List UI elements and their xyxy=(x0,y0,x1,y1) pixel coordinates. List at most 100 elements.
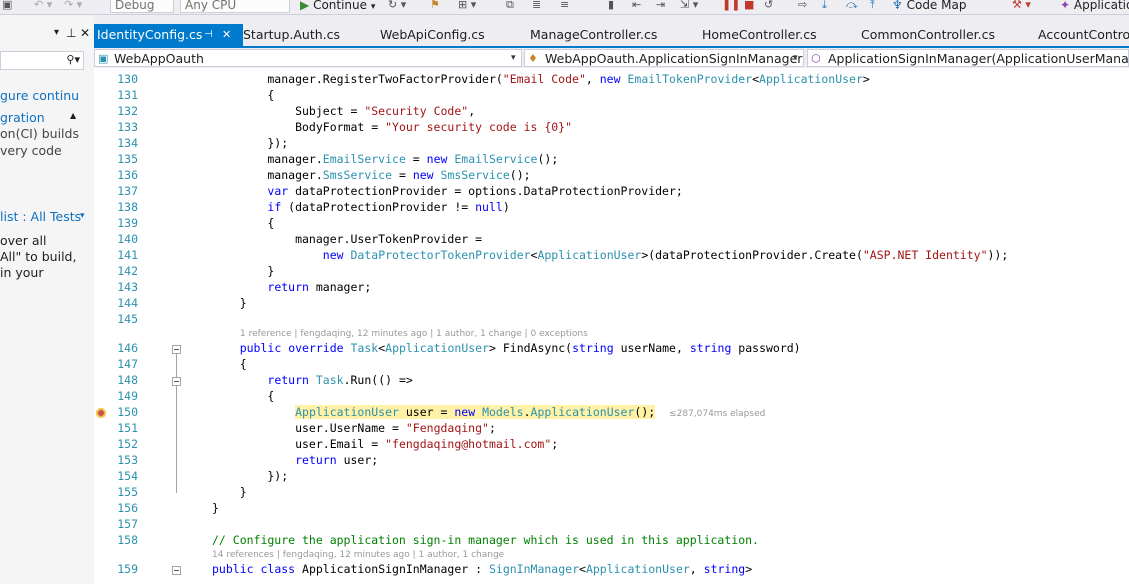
project-dropdown[interactable]: ▣ WebAppOauth ▾ xyxy=(94,49,522,67)
code-line[interactable]: { xyxy=(212,88,274,102)
type-dropdown[interactable]: ♦ WebAppOauth.ApplicationSignInManager ▾ xyxy=(524,49,804,67)
diagnostics-icon[interactable]: ⊞ ▾ xyxy=(458,0,476,13)
code-line[interactable]: return Task.Run(() => xyxy=(212,373,412,387)
tab-startup-auth[interactable]: Startup.Auth.cs xyxy=(243,24,340,46)
step-icon[interactable]: ⧉ xyxy=(506,0,514,13)
code-editor[interactable]: 130 131 132 133 134 135 136 137 138 139 140 141 142 1… xyxy=(94,68,1129,584)
continue-button[interactable]: ▶ Continue ▾ xyxy=(300,0,375,13)
code-line[interactable]: } xyxy=(212,501,219,515)
code-line[interactable]: } xyxy=(212,264,274,278)
code-line[interactable]: } xyxy=(212,485,247,499)
undo-icon[interactable]: ↶ ▾ xyxy=(34,0,52,13)
platform-select[interactable]: Any CPU xyxy=(180,0,290,13)
collapse-region-icon[interactable] xyxy=(172,377,181,386)
chevron-down-icon[interactable]: ▾ xyxy=(80,211,85,221)
codelens-signinmanager[interactable]: 14 references | fengdaqing, 12 minutes a… xyxy=(212,550,504,560)
tab-homecontroller[interactable]: HomeController.cs xyxy=(702,24,817,46)
step-out-icon[interactable]: ⤒ xyxy=(870,0,875,13)
pin-icon[interactable]: ⊥ xyxy=(66,26,76,40)
redo-icon[interactable]: ↷ ▾ xyxy=(64,0,82,13)
perftip[interactable]: ≤287,074ms elapsed xyxy=(669,409,765,419)
code-line[interactable]: { xyxy=(212,389,274,403)
code-map-button[interactable]: ♆ Code Map xyxy=(892,0,966,13)
restart-icon[interactable]: ↺ xyxy=(764,0,773,13)
code-line[interactable]: manager.SmsService = new SmsService(); xyxy=(212,168,530,182)
code-line[interactable]: user.Email = "fengdaqing@hotmail.com"; xyxy=(212,437,558,451)
bookmark-next-icon[interactable]: ⇥ xyxy=(656,0,665,13)
line-number: 155 xyxy=(117,485,138,499)
code-line[interactable]: { xyxy=(212,216,274,230)
step-into-icon[interactable]: ⤓ xyxy=(822,0,827,13)
line-number: 138 xyxy=(117,200,138,214)
code-line[interactable]: return user; xyxy=(212,453,378,467)
panel-search-input[interactable]: ⚲▾ xyxy=(0,51,84,70)
code-line[interactable]: manager.EmailService = new EmailService(… xyxy=(212,152,558,166)
code-line[interactable]: manager.UserTokenProvider = xyxy=(212,232,482,246)
csharp-project-icon: ▣ xyxy=(98,52,109,65)
close-icon[interactable]: ✕ xyxy=(80,26,90,40)
code-line[interactable]: } xyxy=(212,296,247,310)
configuration-value: Debug xyxy=(115,0,155,12)
code-line[interactable]: }); xyxy=(212,136,288,150)
line-number: 158 xyxy=(117,533,138,547)
chevron-down-icon: ▾ xyxy=(793,53,798,63)
code-line[interactable]: public class ApplicationSignInManager : … xyxy=(212,562,752,576)
panel-text-line[interactable]: list : All Tests xyxy=(0,209,81,225)
code-line[interactable]: user.UserName = "Fengdaqing"; xyxy=(212,421,496,435)
tab-commoncontroller[interactable]: CommonController.cs xyxy=(861,24,995,46)
code-line[interactable]: if (dataProtectionProvider != null) xyxy=(212,200,509,214)
tools-icon[interactable]: ⚒ ▾ xyxy=(1012,0,1031,13)
comment-icon[interactable]: ≣ xyxy=(532,0,541,13)
panel-text-line[interactable]: gration xyxy=(0,110,45,126)
tab-managecontroller[interactable]: ManageController.cs xyxy=(530,24,657,46)
chevron-down-icon: ▾ xyxy=(370,2,376,12)
code-line[interactable]: Subject = "Security Code", xyxy=(212,104,475,118)
code-line[interactable]: new DataProtectorTokenProvider<Applicati… xyxy=(212,248,1009,262)
app-insights-button[interactable]: ✦ Applicatio xyxy=(1060,0,1129,13)
code-line[interactable]: var dataProtectionProvider = options.Dat… xyxy=(212,184,682,198)
line-number: 151 xyxy=(117,421,138,435)
browser-link-icon[interactable]: ⚑ xyxy=(430,0,440,13)
panel-text-line: over all xyxy=(0,233,47,248)
codelens-findasync[interactable]: 1 reference | fengdaqing, 12 minutes ago… xyxy=(240,329,588,339)
line-number: 148 xyxy=(117,373,138,387)
bookmark-icon[interactable]: ▮ xyxy=(608,0,614,13)
break-all-icon[interactable]: ❚❚ xyxy=(722,0,740,13)
line-number: 146 xyxy=(117,341,138,355)
bookmark-prev-icon[interactable]: ⇤ xyxy=(632,0,641,13)
tab-accountcontroller[interactable]: AccountControll xyxy=(1038,24,1129,46)
code-line[interactable]: { xyxy=(212,357,247,371)
stop-icon[interactable]: ■ xyxy=(744,0,754,13)
code-line[interactable]: manager.RegisterTwoFactorProvider("Email… xyxy=(212,72,869,86)
collapse-icon[interactable]: ▲ xyxy=(70,111,76,120)
code-line[interactable]: // Configure the application sign-in man… xyxy=(212,533,759,547)
code-line[interactable]: BodyFormat = "Your security code is {0}" xyxy=(212,120,572,134)
collapse-region-icon[interactable] xyxy=(172,345,181,354)
configuration-select[interactable]: Debug xyxy=(110,0,174,13)
member-dropdown[interactable]: ⬡ ApplicationSignInManager(ApplicationUs… xyxy=(807,49,1129,67)
step-over-icon[interactable]: ⤼ xyxy=(846,0,858,13)
pin-icon[interactable]: ⊣ xyxy=(204,24,213,46)
toolbar: ▣ ↶ ▾ ↷ ▾ Debug Any CPU ▶ Continue ▾ ↻ ▾… xyxy=(0,0,1129,15)
line-number: 154 xyxy=(117,469,138,483)
bookmark-clear-icon[interactable]: ⇲ ▾ xyxy=(680,0,698,13)
code-line[interactable]: ApplicationUser user = new Models.Applic… xyxy=(212,405,765,419)
panel-text-line[interactable]: gure continu xyxy=(0,88,79,104)
code-map-label: Code Map xyxy=(906,0,967,12)
code-line[interactable]: public override Task<ApplicationUser> Fi… xyxy=(212,341,801,355)
code-line[interactable]: return manager; xyxy=(212,280,371,294)
show-next-statement-icon[interactable]: ⇨ xyxy=(798,0,807,13)
close-icon[interactable]: ✕ xyxy=(222,24,231,46)
uncomment-icon[interactable]: ≡ xyxy=(560,0,569,13)
solution-explorer-icon[interactable]: ▣ xyxy=(2,0,12,13)
refresh-icon[interactable]: ↻ ▾ xyxy=(388,0,406,13)
tab-webapiconfig[interactable]: WebApiConfig.cs xyxy=(380,24,485,46)
collapse-region-icon[interactable] xyxy=(172,566,181,575)
panel-menu-icon[interactable]: ▾ xyxy=(54,27,59,38)
panel-header: ▾ ⊥ ✕ xyxy=(0,26,94,43)
code-line[interactable]: }); xyxy=(212,469,288,483)
tab-identityconfig[interactable]: IdentityConfig.cs ⊣ ✕ xyxy=(94,24,243,46)
navigation-bar: ▣ WebAppOauth ▾ ♦ WebAppOauth.Applicatio… xyxy=(94,46,1129,68)
line-number: 147 xyxy=(117,357,138,371)
class-icon: ♦ xyxy=(528,52,538,65)
